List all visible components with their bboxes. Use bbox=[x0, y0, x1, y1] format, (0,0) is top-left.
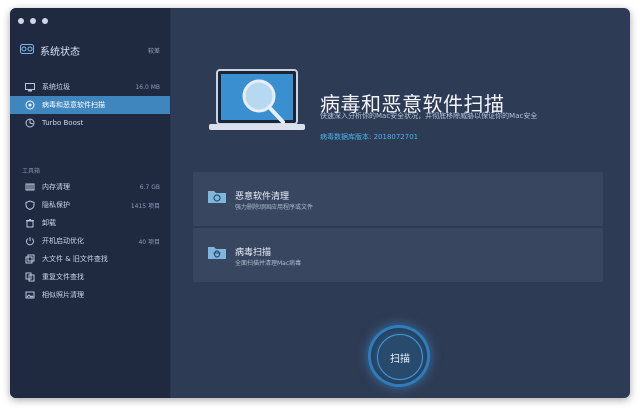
folder-gear-icon bbox=[208, 191, 226, 203]
minimize-window-button[interactable] bbox=[30, 18, 36, 24]
card-desc: 全面扫描并清理Mac病毒 bbox=[235, 260, 302, 267]
sidebar-item-label: 大文件 & 旧文件查找 bbox=[42, 255, 108, 263]
sidebar-item-label: 系统垃圾 bbox=[42, 83, 70, 91]
maximize-window-button[interactable] bbox=[42, 18, 48, 24]
trash-icon bbox=[24, 217, 36, 229]
scan-button[interactable]: 扫描 bbox=[377, 334, 423, 380]
sidebar-item-label: 病毒和恶意软件扫描 bbox=[42, 101, 105, 109]
sidebar: 系统状态 较差 系统垃圾 16.0 MB 病毒和恶意软件扫描 Turbo Boo… bbox=[10, 8, 171, 398]
sidebar-item-uninstall[interactable]: 卸载 bbox=[10, 214, 170, 232]
sidebar-item-privacy[interactable]: 隐私保护 1415 项目 bbox=[10, 196, 170, 214]
sidebar-item-value: 6.7 GB bbox=[139, 183, 160, 191]
shield-bug-icon bbox=[24, 99, 36, 111]
memory-icon bbox=[24, 181, 36, 193]
db-version-link[interactable]: 病毒数据库版本: 2018072701 bbox=[320, 132, 418, 142]
app-window: 系统状态 较差 系统垃圾 16.0 MB 病毒和恶意软件扫描 Turbo Boo… bbox=[10, 8, 630, 398]
sidebar-item-label: 重复文件查找 bbox=[42, 273, 84, 281]
page-subtitle: 快速深入分析你的Mac安全状况，并彻底移除威胁以保证你的Mac安全 bbox=[320, 112, 538, 120]
power-icon bbox=[24, 235, 36, 247]
sidebar-item-similar-photos[interactable]: 相似照片清理 bbox=[10, 286, 170, 304]
card-desc: 强力删除顽固应用程序或文件 bbox=[235, 204, 314, 211]
sidebar-item-label: 开机启动优化 bbox=[42, 237, 84, 245]
card-title: 病毒扫描 bbox=[235, 248, 272, 258]
sidebar-item-label: Turbo Boost bbox=[42, 119, 84, 127]
main-panel: 病毒和恶意软件扫描 快速深入分析你的Mac安全状况，并彻底移除威胁以保证你的Ma… bbox=[171, 8, 630, 398]
primary-nav: 系统垃圾 16.0 MB 病毒和恶意软件扫描 Turbo Boost bbox=[10, 78, 170, 132]
card-title: 恶意软件清理 bbox=[235, 192, 290, 202]
turbo-icon bbox=[24, 117, 36, 129]
files-icon bbox=[24, 253, 36, 265]
tools-group-label: 工具箱 bbox=[22, 168, 41, 175]
duplicate-icon bbox=[24, 271, 36, 283]
system-status-label: 系统状态 bbox=[40, 46, 80, 58]
privacy-shield-icon bbox=[24, 199, 36, 211]
folder-bug-icon bbox=[208, 247, 226, 259]
laptop-magnifier-icon bbox=[209, 69, 305, 130]
system-status-header[interactable]: 系统状态 较差 bbox=[20, 42, 160, 58]
monitor-icon bbox=[24, 81, 36, 93]
close-window-button[interactable] bbox=[18, 18, 24, 24]
sidebar-item-label: 卸载 bbox=[42, 219, 56, 227]
system-status-badge: 较差 bbox=[147, 47, 160, 55]
sidebar-item-value: 16.0 MB bbox=[135, 83, 160, 91]
sidebar-item-duplicates[interactable]: 重复文件查找 bbox=[10, 268, 170, 286]
sidebar-item-label: 相似照片清理 bbox=[42, 291, 84, 299]
sidebar-item-memory-cleanup[interactable]: 内存清理 6.7 GB bbox=[10, 178, 170, 196]
tools-nav: 内存清理 6.7 GB 隐私保护 1415 项目 卸载 开机启动优化 40 项目… bbox=[10, 178, 170, 304]
sidebar-item-system-junk[interactable]: 系统垃圾 16.0 MB bbox=[10, 78, 170, 96]
photo-icon bbox=[24, 289, 36, 301]
sidebar-item-value: 40 项目 bbox=[138, 238, 160, 246]
sidebar-item-value: 1415 项目 bbox=[130, 202, 160, 210]
sidebar-item-startup[interactable]: 开机启动优化 40 项目 bbox=[10, 232, 170, 250]
sidebar-item-turbo-boost[interactable]: Turbo Boost bbox=[10, 114, 170, 132]
sidebar-item-label: 内存清理 bbox=[42, 183, 70, 191]
card-malware-cleanup[interactable]: 恶意软件清理 强力删除顽固应用程序或文件 bbox=[193, 172, 603, 226]
dashboard-icon bbox=[20, 43, 34, 57]
sidebar-item-label: 隐私保护 bbox=[42, 201, 70, 209]
sidebar-item-large-files[interactable]: 大文件 & 旧文件查找 bbox=[10, 250, 170, 268]
window-controls bbox=[18, 18, 48, 24]
sidebar-item-virus-scan[interactable]: 病毒和恶意软件扫描 bbox=[10, 96, 170, 114]
card-virus-scan[interactable]: 病毒扫描 全面扫描并清理Mac病毒 bbox=[193, 228, 603, 282]
